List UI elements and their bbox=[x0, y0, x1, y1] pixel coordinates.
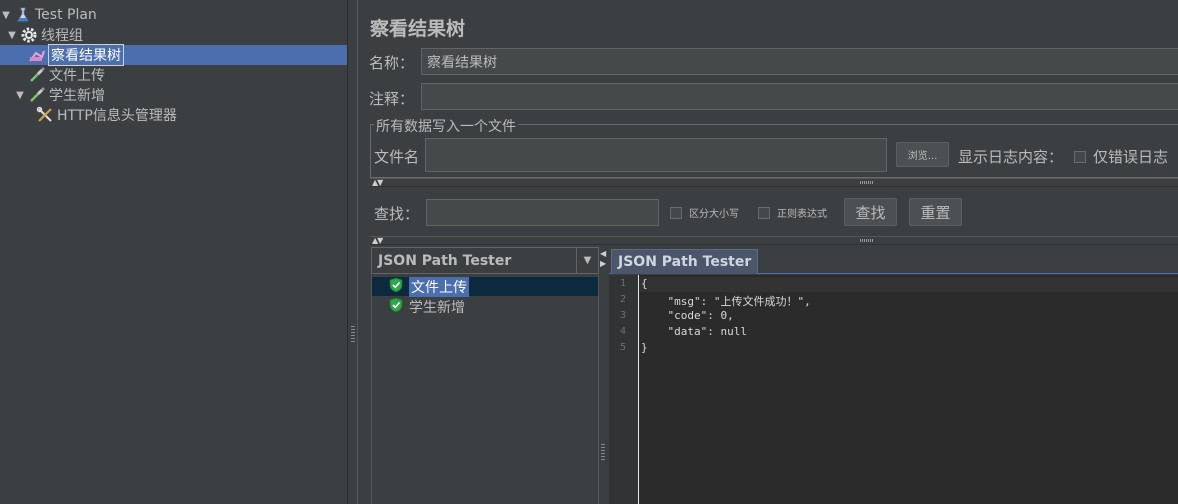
tree-item-view-results-tree[interactable]: 察看结果树 bbox=[0, 44, 347, 66]
success-shield-icon bbox=[389, 277, 403, 297]
expand-arrow-icon[interactable]: ▼ bbox=[0, 10, 12, 21]
browse-button[interactable]: 浏览... bbox=[896, 142, 949, 167]
line-number-gutter: 1 2 3 4 5 bbox=[609, 275, 639, 504]
errors-only-label: 仅错误日志 bbox=[1093, 148, 1169, 166]
renderer-selected: JSON Path Tester bbox=[378, 252, 512, 269]
result-item-label: 文件上传 bbox=[409, 277, 469, 297]
result-tree-icon bbox=[28, 46, 46, 64]
line-number: 5 bbox=[619, 342, 626, 353]
renderer-dropdown[interactable]: JSON Path Tester ▼ bbox=[371, 247, 599, 274]
regex-label: 正则表达式 bbox=[777, 209, 827, 220]
flask-icon bbox=[14, 6, 32, 24]
gear-icon bbox=[20, 26, 38, 44]
code-line: } bbox=[641, 341, 648, 354]
name-label: 名称： bbox=[369, 54, 415, 72]
regex-checkbox[interactable] bbox=[758, 206, 770, 219]
horizontal-splitter[interactable]: ▲▼ bbox=[370, 178, 1178, 187]
splitter-grip[interactable] bbox=[860, 181, 874, 184]
line-number: 2 bbox=[619, 294, 626, 305]
errors-only-option[interactable]: 仅错误日志 bbox=[1074, 146, 1168, 167]
view-results-tree-panel: 察看结果树 名称： 察看结果树 注释： 所有数据写入一个文件 文件名 浏览...… bbox=[357, 0, 1178, 504]
collapse-arrows-icon[interactable]: ▲▼ bbox=[372, 178, 383, 187]
result-item-label: 学生新增 bbox=[409, 300, 465, 316]
result-item-file-upload[interactable]: 文件上传 bbox=[389, 277, 469, 297]
test-plan-tree: ▼ Test Plan ▼ 线程组 察看结果树 文件上传 ▼ 学生新增 HTTP… bbox=[0, 0, 347, 504]
line-number: 3 bbox=[619, 310, 626, 321]
horizontal-splitter[interactable]: ▲▼ bbox=[370, 236, 1178, 245]
response-tab-strip: JSON Path Tester bbox=[609, 247, 1178, 274]
expand-arrow-icon[interactable]: ▼ bbox=[14, 90, 26, 101]
comment-label: 注释： bbox=[369, 90, 415, 108]
search-input[interactable] bbox=[426, 199, 659, 226]
collapse-right-icon[interactable]: ▶ bbox=[600, 259, 606, 268]
tree-item-thread-group[interactable]: ▼ 线程组 bbox=[6, 25, 83, 45]
collapse-arrows-icon[interactable]: ▲▼ bbox=[372, 236, 383, 245]
code-line: "data": null bbox=[641, 325, 747, 338]
response-editor[interactable]: 1 2 3 4 5 { "msg": "上传文件成功！", "code": 0,… bbox=[609, 275, 1178, 504]
code-line: "code": 0, bbox=[641, 309, 734, 322]
tree-item-student-add[interactable]: ▼ 学生新增 bbox=[14, 85, 105, 105]
tools-icon bbox=[36, 106, 54, 124]
log-display-label: 显示日志内容： bbox=[958, 148, 1064, 166]
success-shield-icon bbox=[389, 297, 403, 317]
tree-item-label: Test Plan bbox=[35, 7, 97, 23]
panel-title: 察看结果树 bbox=[370, 18, 466, 40]
code-line: "msg": "上传文件成功！", bbox=[641, 295, 811, 308]
file-group-title: 所有数据写入一个文件 bbox=[374, 116, 518, 136]
case-sensitive-label: 区分大小写 bbox=[689, 209, 739, 220]
result-item-student-add[interactable]: 学生新增 bbox=[389, 297, 465, 317]
chevron-down-icon[interactable]: ▼ bbox=[576, 248, 598, 273]
name-field[interactable]: 察看结果树 bbox=[421, 48, 1178, 75]
tree-item-label: 线程组 bbox=[41, 28, 83, 44]
tree-item-label: 文件上传 bbox=[49, 68, 105, 84]
pipette-icon bbox=[28, 66, 46, 84]
left-splitter[interactable] bbox=[347, 0, 357, 504]
errors-only-checkbox[interactable] bbox=[1074, 150, 1086, 163]
line-number: 1 bbox=[619, 278, 626, 289]
tree-item-label: 学生新增 bbox=[49, 88, 105, 104]
tree-item-file-upload[interactable]: 文件上传 bbox=[28, 65, 105, 85]
expand-arrow-icon[interactable]: ▼ bbox=[6, 30, 18, 41]
line-number: 4 bbox=[619, 326, 626, 337]
tree-item-http-header-manager[interactable]: HTTP信息头管理器 bbox=[36, 105, 177, 125]
case-sensitive-checkbox[interactable] bbox=[670, 206, 682, 219]
tab-json-path-tester[interactable]: JSON Path Tester bbox=[611, 249, 759, 274]
collapse-left-icon[interactable]: ◀ bbox=[600, 249, 606, 258]
splitter-grip[interactable] bbox=[601, 444, 605, 460]
splitter-grip[interactable] bbox=[860, 239, 874, 242]
sample-results-list: 文件上传 学生新增 bbox=[371, 275, 599, 504]
case-sensitive-option[interactable]: 区分大小写 bbox=[670, 205, 739, 220]
find-button[interactable]: 查找 bbox=[844, 198, 897, 226]
filename-label: 文件名 bbox=[374, 148, 420, 166]
current-line-highlight bbox=[640, 277, 1178, 292]
search-label: 查找： bbox=[374, 205, 420, 223]
pipette-icon bbox=[28, 86, 46, 104]
regex-option[interactable]: 正则表达式 bbox=[758, 205, 827, 220]
comment-field[interactable] bbox=[421, 83, 1178, 110]
tree-item-label: 察看结果树 bbox=[48, 44, 124, 66]
code-line: { bbox=[641, 277, 648, 290]
tree-item-label: HTTP信息头管理器 bbox=[57, 108, 177, 124]
splitter-grip[interactable] bbox=[351, 326, 355, 342]
reset-button[interactable]: 重置 bbox=[909, 198, 962, 226]
filename-field[interactable] bbox=[425, 138, 887, 172]
tree-item-test-plan[interactable]: ▼ Test Plan bbox=[0, 5, 97, 25]
